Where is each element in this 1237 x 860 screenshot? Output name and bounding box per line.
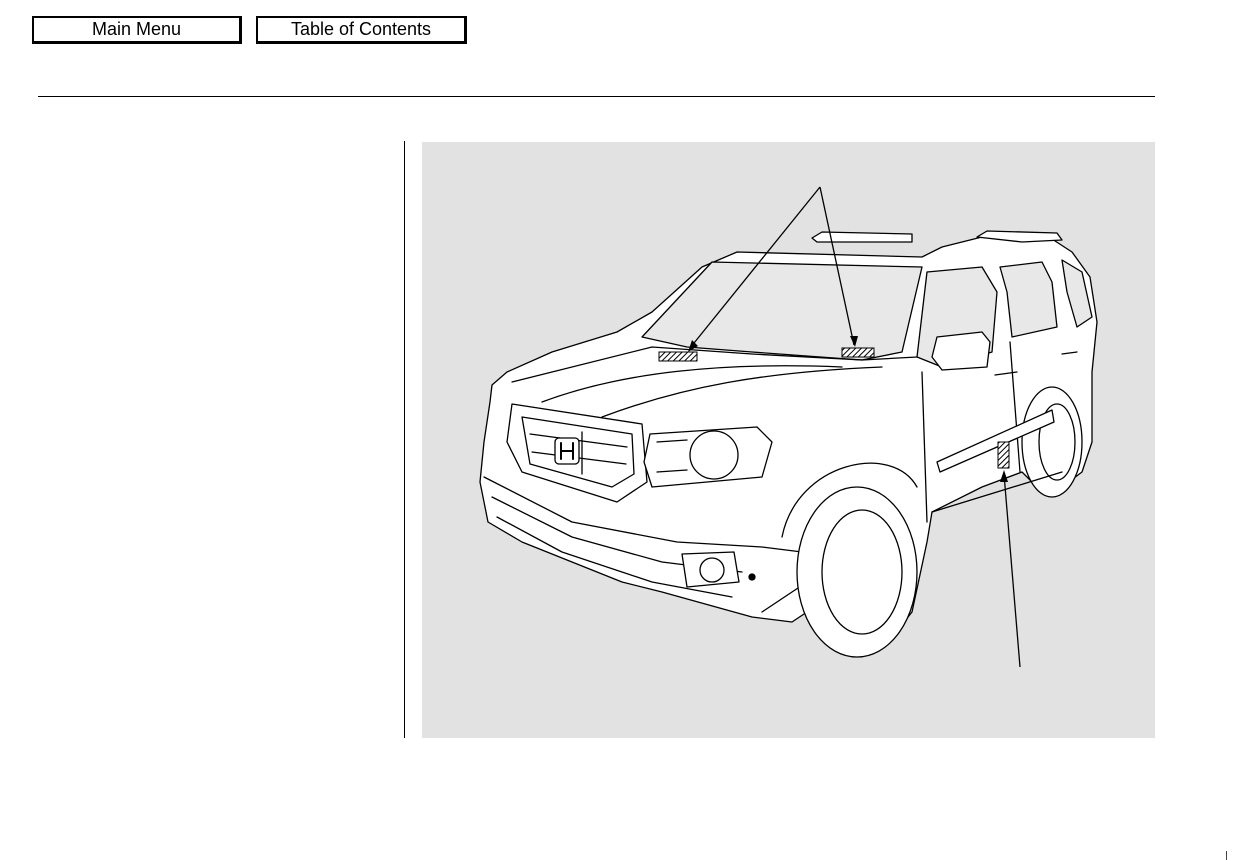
table-of-contents-button[interactable]: Table of Contents bbox=[256, 16, 467, 44]
hatched-label-icon bbox=[841, 347, 875, 358]
car-illustration bbox=[479, 186, 1098, 668]
page-edge-mark bbox=[1226, 851, 1227, 860]
column-divider bbox=[404, 141, 405, 738]
main-menu-button[interactable]: Main Menu bbox=[32, 16, 242, 44]
hatched-label-icon bbox=[997, 441, 1010, 469]
vehicle-label-illustration bbox=[422, 142, 1155, 738]
header-divider bbox=[38, 96, 1155, 97]
hatched-label-icon bbox=[658, 351, 698, 362]
